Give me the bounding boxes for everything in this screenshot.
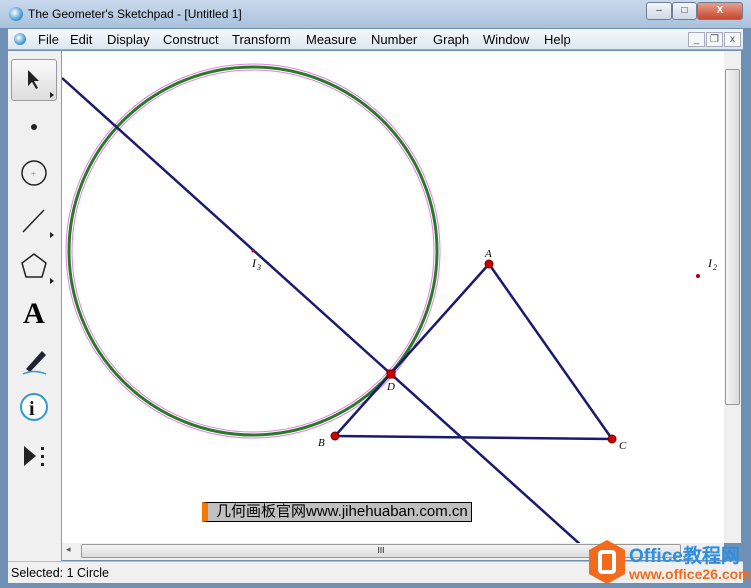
segment-ac[interactable]: [487, 263, 614, 440]
marker-icon: [22, 351, 47, 375]
sketch-canvas[interactable]: A B C D I 3 I 2: [62, 51, 724, 543]
title-bar: The Geometer's Sketchpad - [Untitled 1] …: [0, 0, 751, 28]
point-a[interactable]: [484, 259, 494, 269]
label-b[interactable]: B: [318, 437, 325, 449]
line-through-center[interactable]: [62, 77, 582, 543]
polygon-tool[interactable]: [11, 245, 57, 287]
information-icon: i: [20, 393, 48, 421]
menu-bar: File Edit Display Construct Transform Me…: [8, 29, 743, 50]
menu-help[interactable]: Help: [544, 32, 571, 47]
segment-bc[interactable]: [334, 434, 613, 441]
close-button[interactable]: X: [697, 2, 743, 20]
label-c[interactable]: C: [619, 440, 627, 452]
segment-ab[interactable]: [334, 263, 490, 437]
watermark-banner: 几何画板官网www.jihehuaban.com.cn: [202, 502, 472, 522]
menu-construct[interactable]: Construct: [163, 32, 219, 47]
label-i3-sub: 3: [256, 263, 261, 272]
label-d[interactable]: D: [386, 381, 395, 393]
point-i2[interactable]: [696, 274, 700, 278]
svg-text:i: i: [29, 398, 35, 420]
maximize-button[interactable]: □: [672, 2, 697, 20]
compass-tool[interactable]: +: [11, 152, 57, 194]
mdi-close-button[interactable]: x: [724, 32, 741, 47]
menu-edit[interactable]: Edit: [70, 32, 92, 47]
text-tool[interactable]: A: [11, 293, 57, 335]
point-c[interactable]: [607, 434, 617, 444]
label-i2-sub: 2: [713, 263, 717, 272]
information-tool[interactable]: i: [11, 387, 57, 429]
compass-icon: +: [21, 160, 47, 186]
point-icon: [31, 124, 37, 130]
vertical-scroll-thumb[interactable]: [725, 69, 740, 405]
vertical-scrollbar[interactable]: [724, 51, 741, 543]
text-icon: A: [23, 297, 45, 330]
marker-tool[interactable]: [11, 340, 57, 382]
toolbox: + A i: [8, 51, 62, 561]
point-tool[interactable]: [11, 106, 57, 148]
menu-file[interactable]: File: [38, 32, 59, 47]
label-a[interactable]: A: [484, 248, 492, 260]
point-center-i3[interactable]: [251, 249, 255, 253]
menu-transform[interactable]: Transform: [232, 32, 291, 47]
app-icon: [9, 7, 23, 21]
window-title: The Geometer's Sketchpad - [Untitled 1]: [28, 7, 242, 21]
svg-text:+: +: [31, 169, 36, 179]
straightedge-icon: [22, 209, 54, 238]
arrow-select-icon: [28, 70, 54, 98]
point-d[interactable]: [386, 369, 396, 379]
menu-measure[interactable]: Measure: [306, 32, 357, 47]
menu-display[interactable]: Display: [107, 32, 150, 47]
menu-graph[interactable]: Graph: [433, 32, 469, 47]
mdi-restore-button[interactable]: ❐: [706, 32, 723, 47]
mdi-minimize-button[interactable]: _: [688, 32, 705, 47]
arrow-select-tool[interactable]: [11, 59, 57, 101]
office26-logo: Office教程网 www.office26.com: [585, 538, 751, 588]
polygon-icon: [21, 253, 54, 284]
straightedge-tool[interactable]: [11, 199, 57, 241]
menu-window[interactable]: Window: [483, 32, 529, 47]
scroll-left-arrow[interactable]: ◂: [66, 544, 71, 555]
minimize-button[interactable]: –: [646, 2, 672, 20]
menu-number[interactable]: Number: [371, 32, 417, 47]
custom-tool-icon: [24, 446, 44, 466]
status-text: Selected: 1 Circle: [11, 566, 109, 580]
custom-tool[interactable]: [11, 435, 57, 477]
document-icon: [14, 33, 26, 45]
point-b[interactable]: [330, 431, 340, 441]
